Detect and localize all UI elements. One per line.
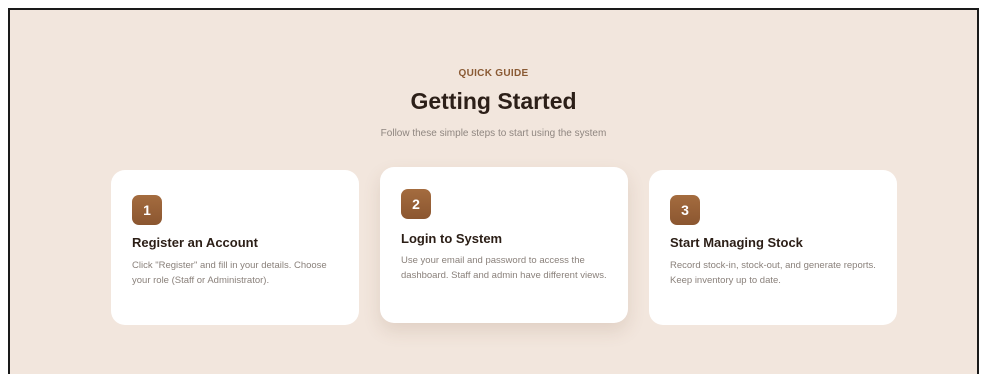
step-description: Click "Register" and fill in your detail… [132,260,327,286]
step-number-badge: 1 [132,195,162,225]
step-number-badge: 2 [401,189,431,219]
step-description: Record stock-in, stock-out, and generate… [670,260,876,286]
section-title: Getting Started [410,88,577,114]
section-eyebrow: QUICK GUIDE [458,68,529,79]
step-card-register: 1 Register an Account Click "Register" a… [111,170,359,325]
quick-guide-section: QUICK GUIDE Getting Started Follow these… [8,8,979,374]
step-description: Use your email and password to access th… [401,255,607,281]
step-title: Start Managing Stock [670,235,803,250]
step-title: Register an Account [132,235,258,250]
step-card-manage-stock: 3 Start Managing Stock Record stock-in, … [649,170,897,325]
step-number-badge: 3 [670,195,700,225]
step-card-login: 2 Login to System Use your email and pas… [380,167,628,323]
section-subtitle: Follow these simple steps to start using… [380,128,607,139]
step-title: Login to System [401,231,503,246]
